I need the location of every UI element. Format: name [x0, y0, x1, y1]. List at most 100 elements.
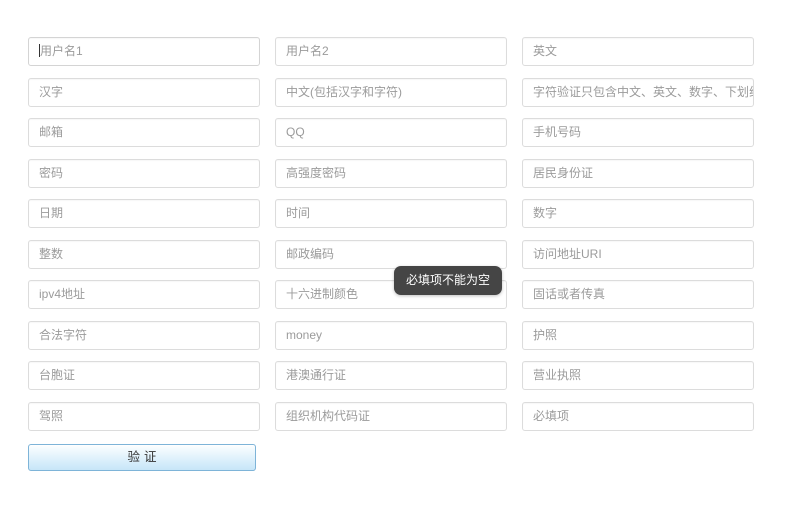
form-cell: 汉字 [28, 78, 274, 107]
placeholder-text: 合法字符 [39, 328, 87, 342]
form-cell: 中文(包括汉字和字符) [275, 78, 521, 107]
placeholder-text: QQ [286, 125, 305, 139]
placeholder-text: 英文 [533, 44, 557, 58]
form-row: 合法字符 money 护照 [28, 321, 768, 350]
placeholder-text: 高强度密码 [286, 166, 346, 180]
input-time[interactable]: 时间 [275, 199, 507, 228]
input-legal-characters[interactable]: 合法字符 [28, 321, 260, 350]
placeholder-text: 整数 [39, 247, 63, 261]
input-driver-license[interactable]: 驾照 [28, 402, 260, 431]
input-number[interactable]: 数字 [522, 199, 754, 228]
form-row: 汉字 中文(包括汉字和字符) 字符验证只包含中文、英文、数字、下划线等字符 [28, 78, 768, 107]
placeholder-text: 日期 [39, 206, 63, 220]
form-cell: 访问地址URI [522, 240, 768, 269]
form-cell: 必填项 [522, 402, 768, 431]
form-cell: 高强度密码 [275, 159, 521, 188]
placeholder-text: 邮政编码 [286, 247, 334, 261]
form-cell: 字符验证只包含中文、英文、数字、下划线等字符 [522, 78, 768, 107]
input-chinese-text[interactable]: 中文(包括汉字和字符) [275, 78, 507, 107]
input-char-validation[interactable]: 字符验证只包含中文、英文、数字、下划线等字符 [522, 78, 754, 107]
verify-button[interactable]: 验证 [28, 444, 256, 471]
input-password[interactable]: 密码 [28, 159, 260, 188]
input-chinese-characters[interactable]: 汉字 [28, 78, 260, 107]
form-cell: 居民身份证 [522, 159, 768, 188]
form-cell: 用户名2 [275, 37, 521, 66]
placeholder-text: 护照 [533, 328, 557, 342]
validation-tooltip: 必填项不能为空 [394, 266, 502, 295]
placeholder-text: 居民身份证 [533, 166, 593, 180]
placeholder-text: 营业执照 [533, 368, 581, 382]
placeholder-text: 用户名1 [40, 44, 83, 58]
placeholder-text: money [286, 328, 322, 342]
input-org-code-certificate[interactable]: 组织机构代码证 [275, 402, 507, 431]
input-money[interactable]: money [275, 321, 507, 350]
validation-form-page: 用户名1 用户名2 英文汉字 中文(包括汉字和字符) 字符验证只包含中文、英文、数字、下… [0, 0, 800, 506]
placeholder-text: 十六进制颜色 [286, 287, 358, 301]
form-cell: 英文 [522, 37, 768, 66]
form-row: 日期 时间 数字 [28, 199, 768, 228]
input-date[interactable]: 日期 [28, 199, 260, 228]
form-row: 驾照 组织机构代码证 必填项 [28, 402, 768, 431]
input-business-license[interactable]: 营业执照 [522, 361, 754, 390]
input-mobile-phone[interactable]: 手机号码 [522, 118, 754, 147]
placeholder-text: 台胞证 [39, 368, 75, 382]
form-cell: 营业执照 [522, 361, 768, 390]
placeholder-text: 用户名2 [286, 44, 329, 58]
form-cell: QQ [275, 118, 521, 147]
form-cell: 固话或者传真 [522, 280, 768, 309]
input-qq[interactable]: QQ [275, 118, 507, 147]
form-row: 整数 邮政编码 访问地址URI [28, 240, 768, 269]
form-cell: 日期 [28, 199, 274, 228]
placeholder-text: 数字 [533, 206, 557, 220]
placeholder-text: 中文(包括汉字和字符) [286, 85, 402, 99]
input-landline-or-fax[interactable]: 固话或者传真 [522, 280, 754, 309]
form-cell: 组织机构代码证 [275, 402, 521, 431]
placeholder-text: 邮箱 [39, 125, 63, 139]
placeholder-text: 字符验证只包含中文、英文、数字、下划线等字符 [533, 85, 754, 99]
input-ipv4-address[interactable]: ipv4地址 [28, 280, 260, 309]
input-uri[interactable]: 访问地址URI [522, 240, 754, 269]
placeholder-text: 固话或者传真 [533, 287, 605, 301]
form-row: 用户名1 用户名2 英文 [28, 37, 768, 66]
input-english[interactable]: 英文 [522, 37, 754, 66]
input-passport[interactable]: 护照 [522, 321, 754, 350]
form-cell: 用户名1 [28, 37, 274, 66]
form-row: 台胞证 港澳通行证 营业执照 [28, 361, 768, 390]
placeholder-text: 手机号码 [533, 125, 581, 139]
form-row: 邮箱 QQ 手机号码 [28, 118, 768, 147]
form-cell: money [275, 321, 521, 350]
input-taiwan-compatriot-permit[interactable]: 台胞证 [28, 361, 260, 390]
placeholder-text: ipv4地址 [39, 287, 85, 301]
placeholder-text: 港澳通行证 [286, 368, 346, 382]
placeholder-text: 必填项 [533, 409, 569, 423]
form-cell: 邮箱 [28, 118, 274, 147]
placeholder-text: 访问地址URI [533, 247, 602, 261]
placeholder-text: 汉字 [39, 85, 63, 99]
form-cell: 数字 [522, 199, 768, 228]
placeholder-text: 驾照 [39, 409, 63, 423]
form-grid: 用户名1 用户名2 英文汉字 中文(包括汉字和字符) 字符验证只包含中文、英文、数字、下… [28, 37, 768, 442]
placeholder-text: 组织机构代码证 [286, 409, 370, 423]
form-cell: 整数 [28, 240, 274, 269]
input-strong-password[interactable]: 高强度密码 [275, 159, 507, 188]
input-id-card[interactable]: 居民身份证 [522, 159, 754, 188]
form-cell: 驾照 [28, 402, 274, 431]
input-required-field[interactable]: 必填项 [522, 402, 754, 431]
form-cell: 台胞证 [28, 361, 274, 390]
form-cell: 时间 [275, 199, 521, 228]
input-hk-macau-permit[interactable]: 港澳通行证 [275, 361, 507, 390]
form-cell: 护照 [522, 321, 768, 350]
form-cell: ipv4地址 [28, 280, 274, 309]
input-integer[interactable]: 整数 [28, 240, 260, 269]
form-cell: 密码 [28, 159, 274, 188]
input-username2[interactable]: 用户名2 [275, 37, 507, 66]
form-cell: 邮政编码 [275, 240, 521, 269]
input-username1[interactable]: 用户名1 [28, 37, 260, 66]
submit-row: 验证 [28, 444, 256, 471]
placeholder-text: 密码 [39, 166, 63, 180]
form-row: 密码 高强度密码 居民身份证 [28, 159, 768, 188]
input-postal-code[interactable]: 邮政编码 [275, 240, 507, 269]
form-cell: 港澳通行证 [275, 361, 521, 390]
placeholder-text: 时间 [286, 206, 310, 220]
input-email[interactable]: 邮箱 [28, 118, 260, 147]
